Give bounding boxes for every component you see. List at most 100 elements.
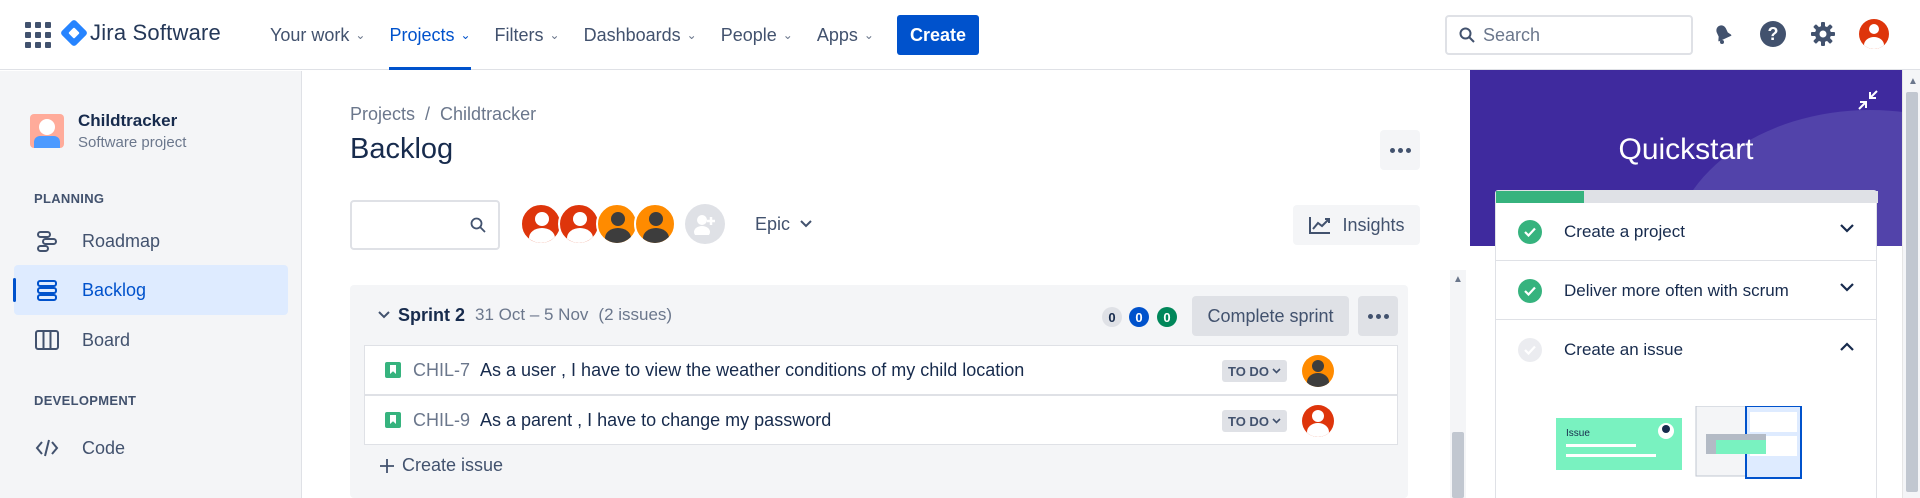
sidebar-item-label: Board	[82, 329, 131, 350]
todo-count-badge: 0	[1102, 307, 1122, 327]
nav-people-label: People	[720, 24, 777, 45]
page-scrollbar[interactable]: ▲	[1902, 70, 1920, 498]
more-icon-dot	[1375, 313, 1381, 319]
status-dropdown[interactable]: TO DO	[1222, 360, 1287, 382]
create-issue-illustration: Issue	[1556, 406, 1802, 479]
code-icon	[34, 435, 60, 461]
chevron-down-icon	[1840, 224, 1854, 233]
in-progress-count-badge: 0	[1129, 307, 1149, 327]
svg-text:?: ?	[1768, 24, 1779, 44]
status-dropdown[interactable]: TO DO	[1222, 410, 1287, 432]
add-people-button[interactable]	[685, 204, 725, 244]
nav-projects[interactable]: Projects ⌄	[377, 0, 482, 70]
chevron-down-icon: ⌄	[686, 28, 697, 42]
epic-filter-dropdown[interactable]: Epic	[755, 204, 812, 244]
nav-dashboards-label: Dashboards	[583, 24, 681, 45]
checklist-item-deliver-scrum[interactable]: Deliver more often with scrum	[1496, 262, 1876, 320]
global-search[interactable]	[1445, 15, 1693, 55]
plus-icon	[380, 458, 394, 473]
issue-summary: As a parent , I have to change my passwo…	[480, 409, 832, 430]
app-switcher-icon[interactable]	[25, 22, 51, 48]
user-avatar[interactable]	[1859, 19, 1889, 49]
nav-filters[interactable]: Filters ⌄	[483, 0, 572, 70]
chevron-down-icon: ⌄	[863, 28, 874, 42]
done-count-badge: 0	[1157, 307, 1177, 327]
sidebar-item-backlog[interactable]: Backlog	[13, 265, 288, 315]
sprint-dates: 31 Oct – 5 Nov	[475, 305, 589, 324]
scroll-up-arrow-icon[interactable]: ▲	[1908, 76, 1918, 87]
breadcrumb-project[interactable]: Childtracker	[440, 104, 536, 125]
assignee-avatar[interactable]	[1302, 355, 1334, 387]
help-icon[interactable]: ?	[1758, 19, 1788, 49]
breadcrumb-projects[interactable]: Projects	[350, 104, 415, 125]
sidebar-item-label: Backlog	[82, 279, 147, 300]
backlog-search-input[interactable]	[350, 200, 500, 250]
chevron-down-icon	[1272, 418, 1281, 424]
sidebar-item-label: Roadmap	[82, 230, 161, 251]
status-label: TO DO	[1228, 363, 1269, 379]
nav-dashboards[interactable]: Dashboards ⌄	[572, 0, 709, 70]
notifications-icon[interactable]	[1708, 19, 1738, 49]
scroll-up-arrow-icon[interactable]: ▲	[1453, 274, 1463, 285]
page-title: Backlog	[350, 133, 454, 165]
more-actions-button[interactable]	[1380, 130, 1420, 170]
jira-logo[interactable]: Jira Software	[59, 18, 221, 48]
quickstart-progress-bar	[1496, 191, 1878, 203]
breadcrumb-separator: /	[425, 104, 431, 124]
assignee-avatar[interactable]	[634, 203, 676, 245]
quickstart-panel: Quickstart Create a project Deliver more…	[1470, 70, 1902, 498]
search-icon	[1459, 27, 1475, 43]
assignee-avatar[interactable]	[596, 203, 638, 245]
checklist-item-create-project[interactable]: Create a project	[1496, 203, 1876, 261]
sidebar-item-code[interactable]: Code	[14, 423, 288, 473]
issue-row[interactable]: CHIL-7 As a user , I have to view the we…	[364, 345, 1398, 395]
primary-nav: Your work ⌄ Projects ⌄ Filters ⌄ Dashboards…	[258, 0, 886, 70]
chevron-down-icon	[1840, 283, 1854, 292]
sidebar-item-board[interactable]: Board	[14, 315, 288, 365]
scrollbar-thumb[interactable]	[1906, 92, 1918, 492]
assignee-avatar[interactable]	[558, 203, 600, 245]
more-icon-dot	[1397, 147, 1403, 153]
sprint-issue-count: (2 issues)	[598, 305, 673, 324]
main-scrollbar[interactable]: ▲	[1450, 270, 1466, 498]
checklist-item-create-issue[interactable]: Create an issue	[1496, 321, 1876, 379]
collapse-icon[interactable]	[1858, 90, 1878, 115]
top-navigation: Jira Software Your work ⌄ Projects ⌄ Filte…	[0, 0, 1920, 70]
check-icon	[1518, 278, 1542, 303]
assignee-avatar[interactable]	[1302, 405, 1334, 437]
development-heading: DEVELOPMENT	[34, 393, 137, 408]
chevron-down-icon: ⌄	[460, 28, 471, 42]
scrollbar-thumb[interactable]	[1452, 432, 1464, 498]
settings-gear-icon[interactable]	[1808, 19, 1838, 49]
checklist-item-label: Create an issue	[1564, 340, 1684, 359]
project-header[interactable]: Childtracker Software project	[30, 111, 186, 151]
chevron-down-icon[interactable]	[378, 311, 390, 319]
search-input[interactable]	[1483, 24, 1673, 46]
project-avatar-icon	[30, 114, 64, 148]
nav-people[interactable]: People ⌄	[709, 0, 805, 70]
issue-key[interactable]: CHIL-7	[413, 360, 470, 381]
nav-projects-label: Projects	[389, 24, 455, 45]
checklist-item-label: Deliver more often with scrum	[1564, 280, 1789, 300]
sprint-more-button[interactable]	[1358, 296, 1398, 336]
add-person-icon	[694, 215, 715, 235]
project-name: Childtracker	[78, 111, 178, 130]
assignee-avatar[interactable]	[520, 203, 562, 245]
nav-your-work[interactable]: Your work ⌄	[258, 0, 377, 70]
complete-sprint-button[interactable]: Complete sprint	[1192, 296, 1349, 336]
create-button[interactable]: Create	[897, 15, 979, 55]
issue-key[interactable]: CHIL-9	[413, 410, 470, 431]
insights-button[interactable]: Insights	[1293, 205, 1420, 245]
issue-summary: As a user , I have to view the weather c…	[480, 359, 1025, 380]
project-sidebar: Childtracker Software project PLANNING R…	[0, 71, 302, 498]
nav-apps[interactable]: Apps ⌄	[805, 0, 886, 70]
issue-row[interactable]: CHIL-9 As a parent , I have to change my…	[364, 395, 1398, 445]
chevron-down-icon: ⌄	[782, 28, 793, 42]
more-icon	[1389, 147, 1395, 153]
create-issue-button[interactable]: Create issue	[380, 455, 503, 476]
search-icon	[470, 217, 486, 233]
chevron-down-icon	[800, 220, 812, 228]
story-icon	[385, 412, 401, 428]
sidebar-item-roadmap[interactable]: Roadmap	[14, 216, 288, 266]
chevron-up-icon	[1840, 342, 1854, 351]
